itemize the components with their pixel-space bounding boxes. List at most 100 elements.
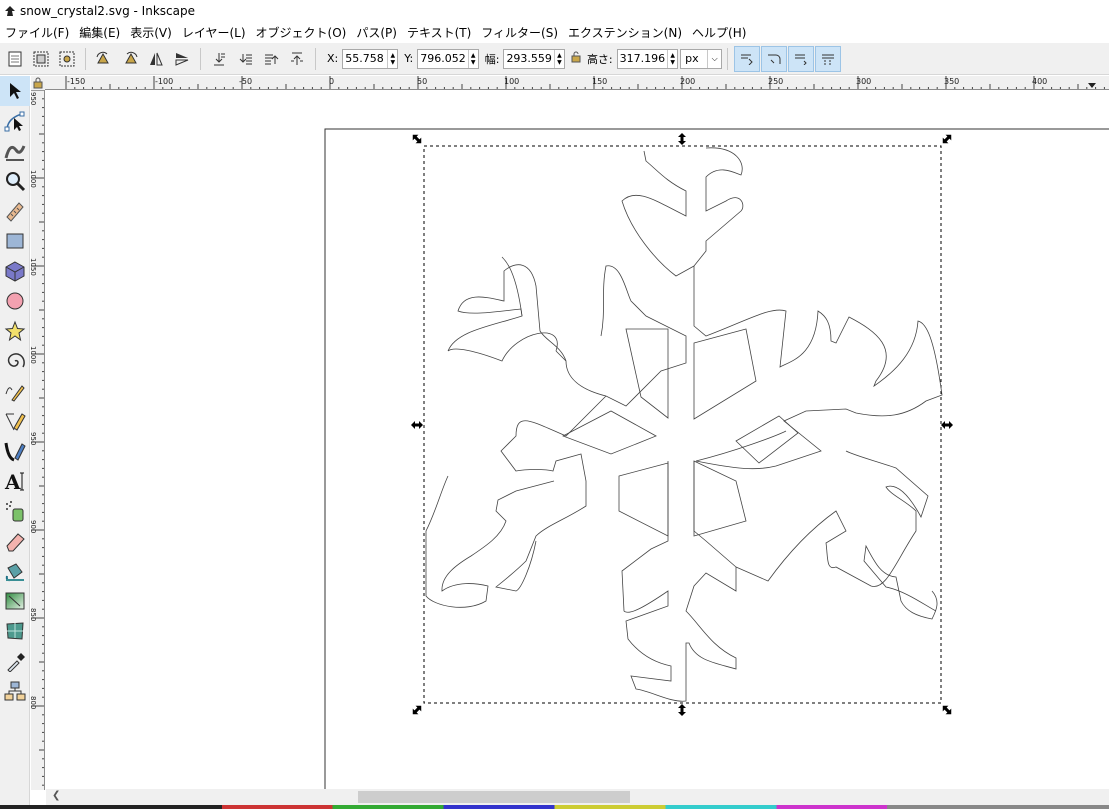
inkscape-logo-icon xyxy=(5,6,15,16)
horizontal-scrollbar[interactable]: ❮ xyxy=(46,789,1109,805)
flip-vertical-button[interactable] xyxy=(170,47,194,71)
tool-node[interactable] xyxy=(0,106,30,136)
tool-rectangle[interactable] xyxy=(0,226,30,256)
ruler-label: -100 xyxy=(155,77,173,86)
select-all-button[interactable] xyxy=(3,47,27,71)
ruler-label: 800 xyxy=(31,696,37,709)
tool-eraser[interactable] xyxy=(0,526,30,556)
mesh-icon xyxy=(6,622,24,640)
tool-selector[interactable] xyxy=(0,76,30,106)
tool-paint-bucket[interactable] xyxy=(0,556,30,586)
snowflake-path[interactable] xyxy=(425,147,943,702)
ruler-corner[interactable] xyxy=(31,76,45,90)
lower-icon xyxy=(239,53,252,64)
raise-to-top-button[interactable] xyxy=(285,47,309,71)
lower-button[interactable] xyxy=(233,47,257,71)
width-spinbox[interactable]: 293.559 ▲ ▼ xyxy=(503,48,565,69)
tool-gradient[interactable] xyxy=(0,586,30,616)
ruler-label: 200 xyxy=(680,77,695,86)
tool-calligraphy[interactable] xyxy=(0,436,30,466)
vertical-ruler[interactable]: 950 1000 1050 1000 950 900 850 800 xyxy=(31,90,45,790)
connector-icon xyxy=(4,681,26,701)
lock-ratio-icon[interactable] xyxy=(571,51,581,66)
tool-tweak[interactable] xyxy=(0,136,30,166)
ruler-label: 1000 xyxy=(31,346,37,364)
tool-dropper[interactable] xyxy=(0,646,30,676)
scale-corners-toggle[interactable] xyxy=(761,45,788,72)
x-spinbox[interactable]: 55.758 ▲ ▼ xyxy=(342,48,399,69)
flip-horizontal-button[interactable] xyxy=(144,47,168,71)
tool-measure[interactable] xyxy=(0,196,30,226)
scale-stroke-toggle[interactable] xyxy=(734,45,761,72)
ruler-label: 900 xyxy=(31,520,37,533)
height-spinbox[interactable]: 317.196 ▲ ▼ xyxy=(616,48,679,69)
ruler-label: 50 xyxy=(417,77,427,86)
scrollbar-thumb[interactable] xyxy=(358,791,630,803)
pen-icon xyxy=(5,413,26,431)
menu-extensions[interactable]: エクステンション(N) xyxy=(563,24,687,41)
tool-pencil[interactable] xyxy=(0,376,30,406)
dropper-icon xyxy=(7,653,25,672)
width-value[interactable]: 293.559 xyxy=(504,52,554,65)
svg-text:A: A xyxy=(4,470,21,492)
transform-patterns-icon xyxy=(822,54,835,64)
x-spin-arrows[interactable]: ▲ ▼ xyxy=(387,49,397,68)
lock-guides-icon xyxy=(33,77,43,89)
y-spinbox[interactable]: 796.052 ▲ ▼ xyxy=(417,48,479,69)
menu-text[interactable]: テキスト(T) xyxy=(402,24,476,41)
tool-zoom[interactable] xyxy=(0,166,30,196)
measure-icon xyxy=(6,202,24,222)
menu-path[interactable]: パス(P) xyxy=(351,24,402,41)
x-value[interactable]: 55.758 xyxy=(343,52,387,65)
raise-to-top-icon xyxy=(291,52,303,65)
select-arrow-icon xyxy=(10,83,21,99)
select-all-icon xyxy=(8,51,22,66)
y-value[interactable]: 796.052 xyxy=(418,52,468,65)
ruler-label: 850 xyxy=(31,608,37,621)
ruler-ticks: 950 1000 1050 1000 950 900 850 800 xyxy=(31,90,44,786)
tool-spiral[interactable] xyxy=(0,346,30,376)
tool-mesh[interactable] xyxy=(0,616,30,646)
tool-pen[interactable] xyxy=(0,406,30,436)
ruler-label: 1050 xyxy=(31,258,37,276)
transform-handles[interactable] xyxy=(410,132,954,717)
menu-filters[interactable]: フィルター(S) xyxy=(476,24,563,41)
menu-file[interactable]: ファイル(F) xyxy=(0,24,74,41)
y-label: Y: xyxy=(404,52,414,65)
tweak-icon xyxy=(4,145,26,161)
transform-gradients-toggle[interactable] xyxy=(788,45,815,72)
ruler-ticks: -150 -100 -50 0 50 100 150 200 250 300 3… xyxy=(65,76,1105,89)
unit-select[interactable]: px ⌵ xyxy=(680,48,723,69)
node-edit-icon xyxy=(4,111,25,132)
color-palette[interactable] xyxy=(0,805,1109,809)
transform-patterns-toggle[interactable] xyxy=(815,45,842,72)
scroll-left-icon[interactable]: ❮ xyxy=(52,790,60,801)
rotate-ccw-button[interactable] xyxy=(92,47,116,71)
height-value[interactable]: 317.196 xyxy=(618,52,668,65)
tool-spray[interactable] xyxy=(0,496,30,526)
ruler-label: 150 xyxy=(592,77,607,86)
menu-view[interactable]: 表示(V) xyxy=(125,24,177,41)
ruler-pointer xyxy=(1088,83,1096,88)
tool-text[interactable]: A xyxy=(0,466,30,496)
tool-ellipse[interactable] xyxy=(0,286,30,316)
tool-star[interactable] xyxy=(0,316,30,346)
lower-to-bottom-button[interactable] xyxy=(207,47,231,71)
ruler-label: 250 xyxy=(768,77,783,86)
rotate-cw-button[interactable] xyxy=(118,47,142,71)
menu-edit[interactable]: 編集(E) xyxy=(74,24,125,41)
y-spin-arrows[interactable]: ▲ ▼ xyxy=(467,49,478,68)
menu-object[interactable]: オブジェクト(O) xyxy=(251,24,352,41)
height-spin-arrows[interactable]: ▲ ▼ xyxy=(667,49,677,68)
menu-help[interactable]: ヘルプ(H) xyxy=(687,24,751,41)
tool-3dbox[interactable] xyxy=(0,256,30,286)
select-all-layers-button[interactable] xyxy=(29,47,53,71)
width-spin-arrows[interactable]: ▲ ▼ xyxy=(553,49,564,68)
drawing-canvas[interactable] xyxy=(46,91,1109,789)
horizontal-ruler[interactable]: -150 -100 -50 0 50 100 150 200 250 300 3… xyxy=(45,76,1109,90)
raise-icon xyxy=(265,54,279,64)
menu-layer[interactable]: レイヤー(L) xyxy=(177,24,251,41)
raise-button[interactable] xyxy=(259,47,283,71)
deselect-button[interactable] xyxy=(55,47,79,71)
tool-connector[interactable] xyxy=(0,676,30,706)
